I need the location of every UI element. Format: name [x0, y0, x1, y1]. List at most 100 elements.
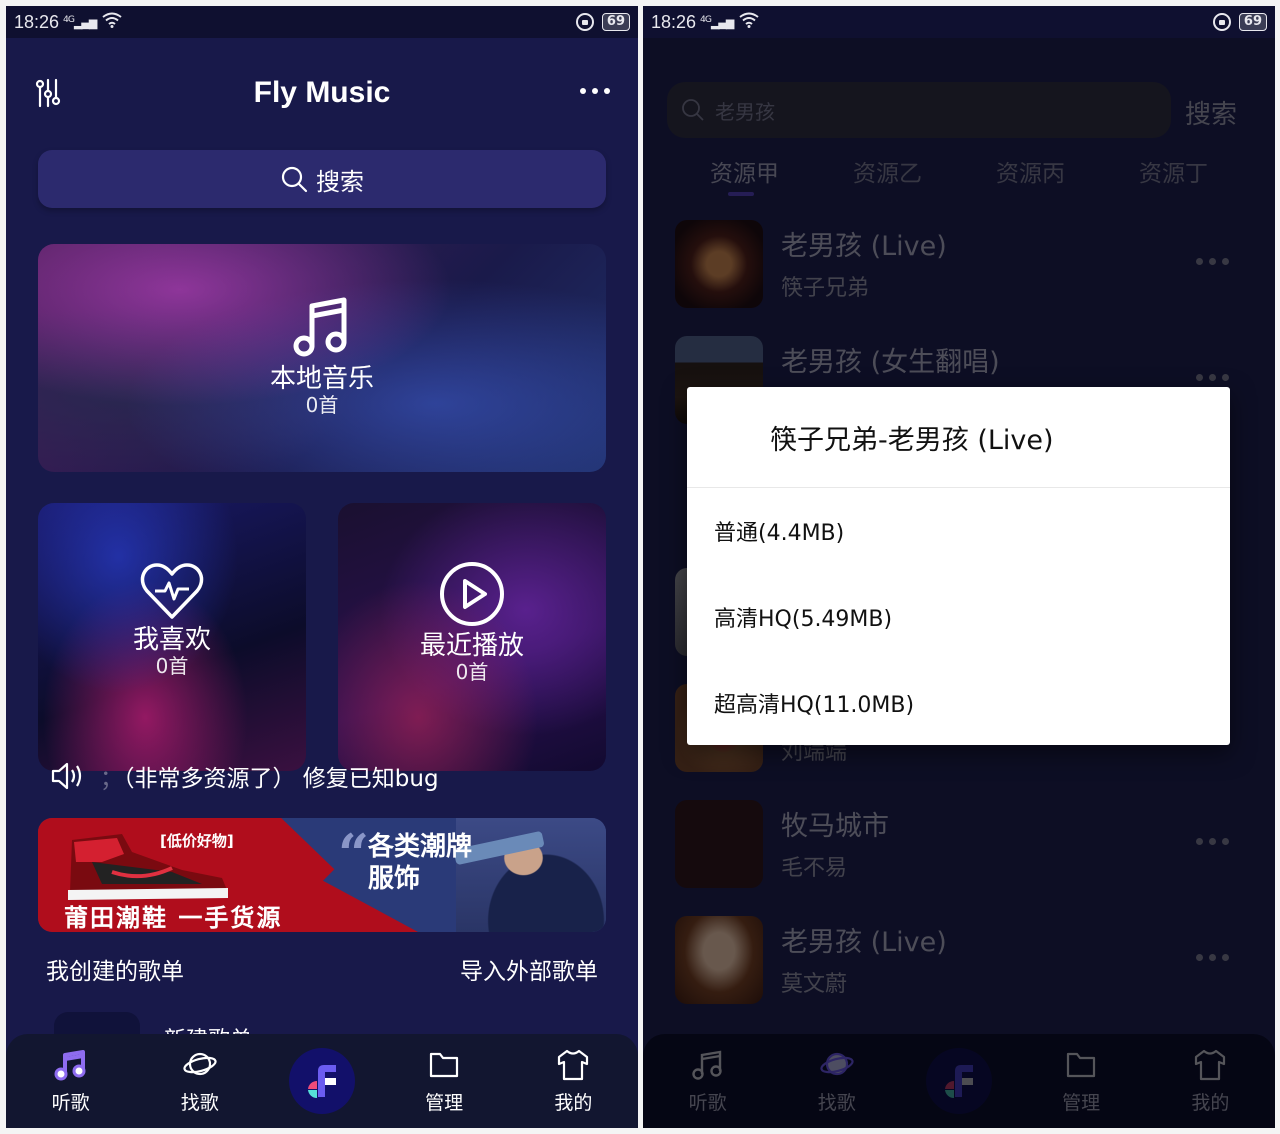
tab-profile[interactable]: 我的	[533, 1048, 613, 1115]
song-artist: 筷子兄弟	[781, 276, 870, 301]
import-playlist-button[interactable]: 导入外部歌单	[460, 952, 598, 986]
my-playlists-label: 我创建的歌单	[46, 959, 184, 985]
tab-manage[interactable]: 管理	[1041, 1048, 1121, 1115]
app-title: Fly Music	[253, 76, 391, 109]
music-note-icon	[54, 1049, 86, 1080]
tab-discover-label: 找歌	[817, 1091, 856, 1114]
speaker-icon	[51, 762, 82, 790]
planet-icon	[183, 1052, 217, 1075]
recent-played-count: 0首	[455, 660, 489, 684]
tab-listen-label: 听歌	[688, 1091, 727, 1114]
tab-listen[interactable]: 听歌	[31, 1048, 111, 1115]
search-label: 搜索	[316, 167, 364, 196]
rotation-lock-icon	[575, 13, 594, 31]
playlist-header: 我创建的歌单 导入外部歌单	[46, 952, 598, 986]
source-tabs: 资源甲 资源乙 资源丙 资源丁	[673, 154, 1245, 196]
search-query: 老男孩	[715, 99, 775, 124]
favorites-count: 0首	[155, 654, 189, 678]
folder-icon	[1067, 1052, 1096, 1077]
tab-source-b[interactable]: 资源乙	[853, 154, 922, 188]
search-input[interactable]: 老男孩	[667, 82, 1171, 138]
fly-music-logo-button[interactable]	[288, 1048, 355, 1114]
play-circle-icon	[440, 562, 504, 626]
local-music-card[interactable]: 本地音乐 0首	[38, 244, 606, 472]
quality-option-sq[interactable]: 超高清HQ(11.0MB)	[687, 660, 1230, 746]
quality-option-standard[interactable]: 普通(4.4MB)	[687, 488, 1230, 574]
tab-manage-label: 管理	[425, 1091, 464, 1114]
song-more-icon[interactable]	[1196, 374, 1229, 381]
song-row[interactable]: 老男孩 (Live) 莫文蔚	[675, 908, 1243, 1004]
tab-source-a[interactable]: 资源甲	[710, 154, 779, 196]
tab-profile-label: 我的	[1191, 1091, 1230, 1114]
battery-indicator: 69	[1238, 13, 1267, 31]
tab-source-c[interactable]: 资源丙	[996, 154, 1065, 188]
search-submit-button[interactable]: 搜索	[1185, 94, 1237, 131]
song-title: 牧马城市	[781, 811, 889, 842]
dialog-title: 筷子兄弟-老男孩 (Live)	[687, 387, 1230, 488]
song-row[interactable]: 牧马城市 毛不易	[675, 792, 1243, 888]
tab-manage[interactable]: 管理	[404, 1048, 484, 1115]
tab-source-d[interactable]: 资源丁	[1139, 154, 1208, 188]
favorites-label: 我喜欢	[132, 625, 211, 655]
song-title: 老男孩 (Live)	[781, 231, 947, 262]
search-icon	[682, 99, 704, 121]
wifi-icon	[739, 12, 759, 33]
tab-discover[interactable]: 找歌	[797, 1048, 877, 1115]
ad-headline: 莆田潮鞋 一手货源	[64, 904, 283, 932]
rotation-lock-icon	[1212, 13, 1231, 31]
signal-icon: 4G▂▄▆	[700, 14, 734, 30]
more-options-icon[interactable]	[580, 88, 610, 94]
song-artist: 毛不易	[781, 856, 848, 881]
quality-select-dialog: 筷子兄弟-老男孩 (Live) 普通(4.4MB) 高清HQ(5.49MB) 超…	[687, 387, 1230, 745]
tab-profile[interactable]: 我的	[1170, 1048, 1250, 1115]
fly-music-logo	[944, 1065, 973, 1099]
search-button[interactable]: 搜索	[38, 150, 606, 208]
ad-subheadline-2: 服饰	[368, 864, 421, 894]
album-cover	[675, 800, 763, 888]
local-music-label: 本地音乐	[269, 364, 374, 394]
announcement-text: （非常多资源了） 修复已知bug	[123, 766, 439, 792]
song-title: 老男孩 (Live)	[781, 927, 947, 958]
ad-tag: [低价好物]	[160, 832, 234, 850]
search-icon	[281, 166, 308, 193]
fly-music-logo	[307, 1065, 336, 1099]
quote-mark-icon: “	[338, 822, 370, 886]
announcement-marquee: ；（非常多资源了） 修复已知bug	[50, 758, 628, 794]
song-artist: 莫文蔚	[781, 972, 848, 997]
favorites-card[interactable]: 我喜欢 0首	[38, 503, 306, 771]
announcement-leading: ；	[100, 766, 123, 792]
tab-listen[interactable]: 听歌	[668, 1048, 748, 1115]
music-note-icon	[691, 1050, 722, 1080]
tab-profile-label: 我的	[554, 1091, 593, 1114]
planet-icon	[820, 1052, 854, 1075]
status-time: 18:26	[14, 11, 60, 32]
status-time: 18:26	[651, 11, 697, 32]
folder-icon	[430, 1052, 459, 1077]
song-more-icon[interactable]	[1196, 838, 1229, 845]
fly-music-logo-button[interactable]	[925, 1048, 992, 1114]
album-cover	[675, 220, 763, 308]
song-title: 老男孩 (女生翻唱)	[781, 347, 1000, 378]
quality-option-hq[interactable]: 高清HQ(5.49MB)	[687, 574, 1230, 660]
status-bar: 18:26 4G▂▄▆ 69	[6, 6, 638, 38]
status-bar: 18:26 4G▂▄▆ 69	[643, 6, 1275, 38]
ad-banner[interactable]: [低价好物] 莆田潮鞋 一手货源 “ 各类潮牌 服饰	[38, 818, 606, 932]
bottom-tab-bar: 听歌 找歌 管理 我的	[6, 1034, 638, 1128]
wifi-icon	[102, 12, 122, 33]
tab-discover[interactable]: 找歌	[160, 1048, 240, 1115]
top-bar: Fly Music	[6, 66, 638, 116]
home-screen: 18:26 4G▂▄▆ 69 Fly Music 搜索 本地音乐 0首 我喜欢 …	[6, 6, 638, 1128]
music-note-icon	[293, 297, 347, 357]
album-cover	[675, 916, 763, 1004]
tab-listen-label: 听歌	[51, 1091, 90, 1114]
search-results-screen: 18:26 4G▂▄▆ 69 老男孩 搜索 资源甲 资源乙 资源丙 资源丁 老男…	[643, 6, 1275, 1128]
signal-icon: 4G▂▄▆	[63, 14, 97, 30]
tab-discover-label: 找歌	[180, 1091, 219, 1114]
recent-played-card[interactable]: 最近播放 0首	[338, 503, 606, 771]
song-more-icon[interactable]	[1196, 258, 1229, 265]
local-music-count: 0首	[305, 393, 339, 417]
tshirt-icon	[558, 1049, 589, 1080]
song-more-icon[interactable]	[1196, 954, 1229, 961]
song-row[interactable]: 老男孩 (Live) 筷子兄弟	[675, 212, 1243, 308]
heart-pulse-icon	[140, 563, 204, 619]
